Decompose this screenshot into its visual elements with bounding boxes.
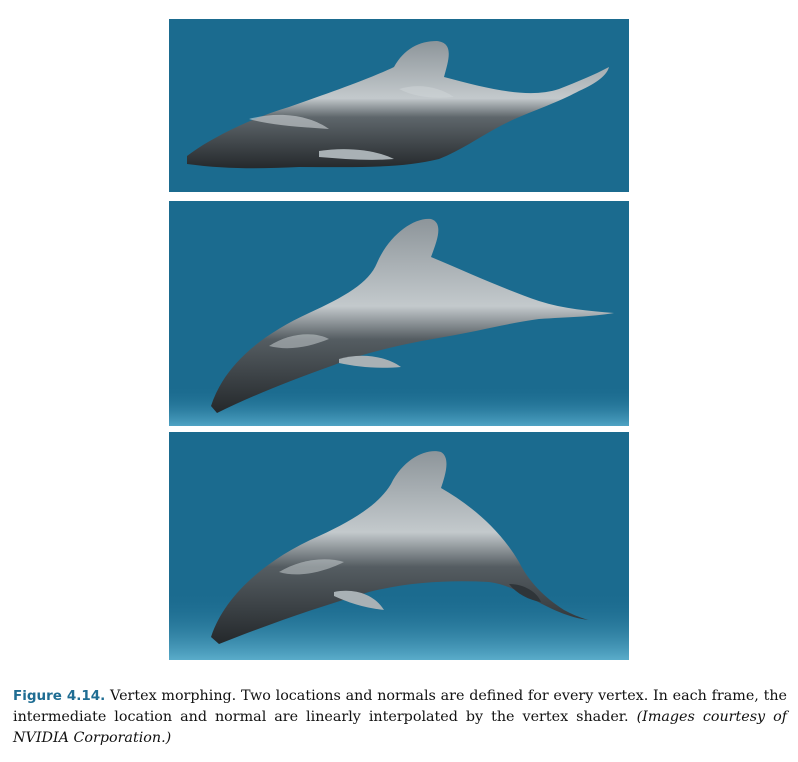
- dolphin-render-1: [169, 19, 629, 192]
- figure-caption: Figure 4.14. Vertex morphing. Two locati…: [13, 686, 787, 749]
- morph-frame-3: [169, 432, 629, 660]
- morph-frame-1: [169, 19, 629, 192]
- dolphin-render-3: [169, 432, 629, 660]
- figure-label: Figure 4.14.: [13, 688, 106, 704]
- morph-frame-2: [169, 201, 629, 426]
- dolphin-render-2: [169, 201, 629, 426]
